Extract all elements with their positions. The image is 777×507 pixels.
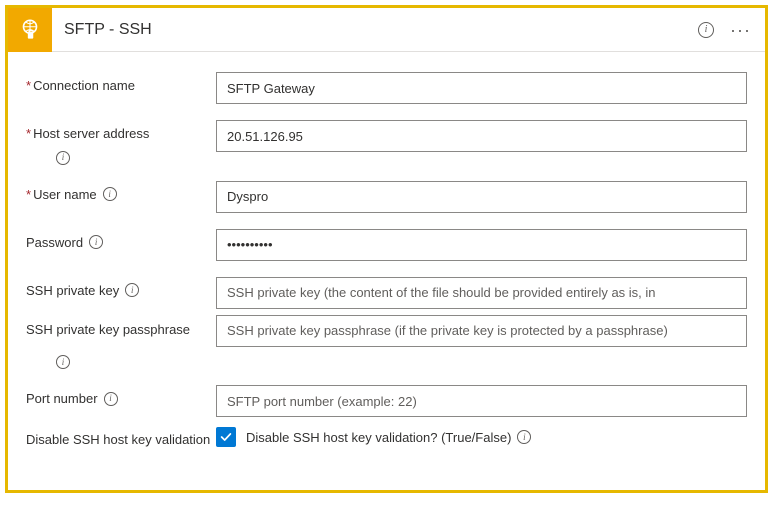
disable-ssh-host-key-validation-row: Disable SSH host key validation Disable … [26,425,747,449]
connection-name-input[interactable] [216,72,747,104]
card-title: SFTP - SSH [52,21,698,39]
info-icon[interactable]: i [89,235,103,249]
ssh-private-key-passphrase-row: SSH private key passphrase [26,315,747,347]
info-icon[interactable]: i [517,430,531,444]
disable-ssh-host-key-validation-label: Disable SSH host key validation [26,425,216,449]
disable-ssh-host-key-validation-checkbox-label: Disable SSH host key validation? (True/F… [246,430,531,445]
info-icon[interactable]: i [125,283,139,297]
header-actions: i ··· [698,21,757,39]
password-row: Password i [26,229,747,261]
ssh-private-key-passphrase-label: SSH private key passphrase [26,315,216,339]
connection-name-row: *Connection name [26,72,747,104]
password-input[interactable] [216,229,747,261]
sftp-ssh-connector-card: SFTP - SSH i ··· *Connection name *Host … [5,5,768,493]
port-number-label: Port number i [26,385,216,406]
ssh-private-key-passphrase-input[interactable] [216,315,747,347]
connector-icon [8,8,52,52]
more-options-icon[interactable]: ··· [724,21,757,39]
host-server-address-input[interactable] [216,120,747,152]
form-body: *Connection name *Host server address i … [8,52,765,475]
ssh-private-key-label: SSH private key i [26,277,216,298]
info-icon[interactable]: i [56,151,70,165]
ssh-private-key-row: SSH private key i [26,277,747,309]
info-icon[interactable]: i [698,22,714,38]
info-icon[interactable]: i [56,355,70,369]
checkmark-icon [219,430,233,444]
user-name-label: *User name i [26,181,216,202]
connection-name-label: *Connection name [26,72,216,93]
host-server-address-label: *Host server address [26,120,216,141]
user-name-row: *User name i [26,181,747,213]
port-number-row: Port number i [26,385,747,417]
user-name-input[interactable] [216,181,747,213]
info-icon[interactable]: i [103,187,117,201]
port-number-input[interactable] [216,385,747,417]
info-icon[interactable]: i [104,392,118,406]
card-header: SFTP - SSH i ··· [8,8,765,52]
password-label: Password i [26,229,216,250]
ssh-private-key-passphrase-info-row: i [26,353,747,370]
disable-ssh-host-key-validation-checkbox[interactable] [216,427,236,447]
ssh-private-key-input[interactable] [216,277,747,309]
